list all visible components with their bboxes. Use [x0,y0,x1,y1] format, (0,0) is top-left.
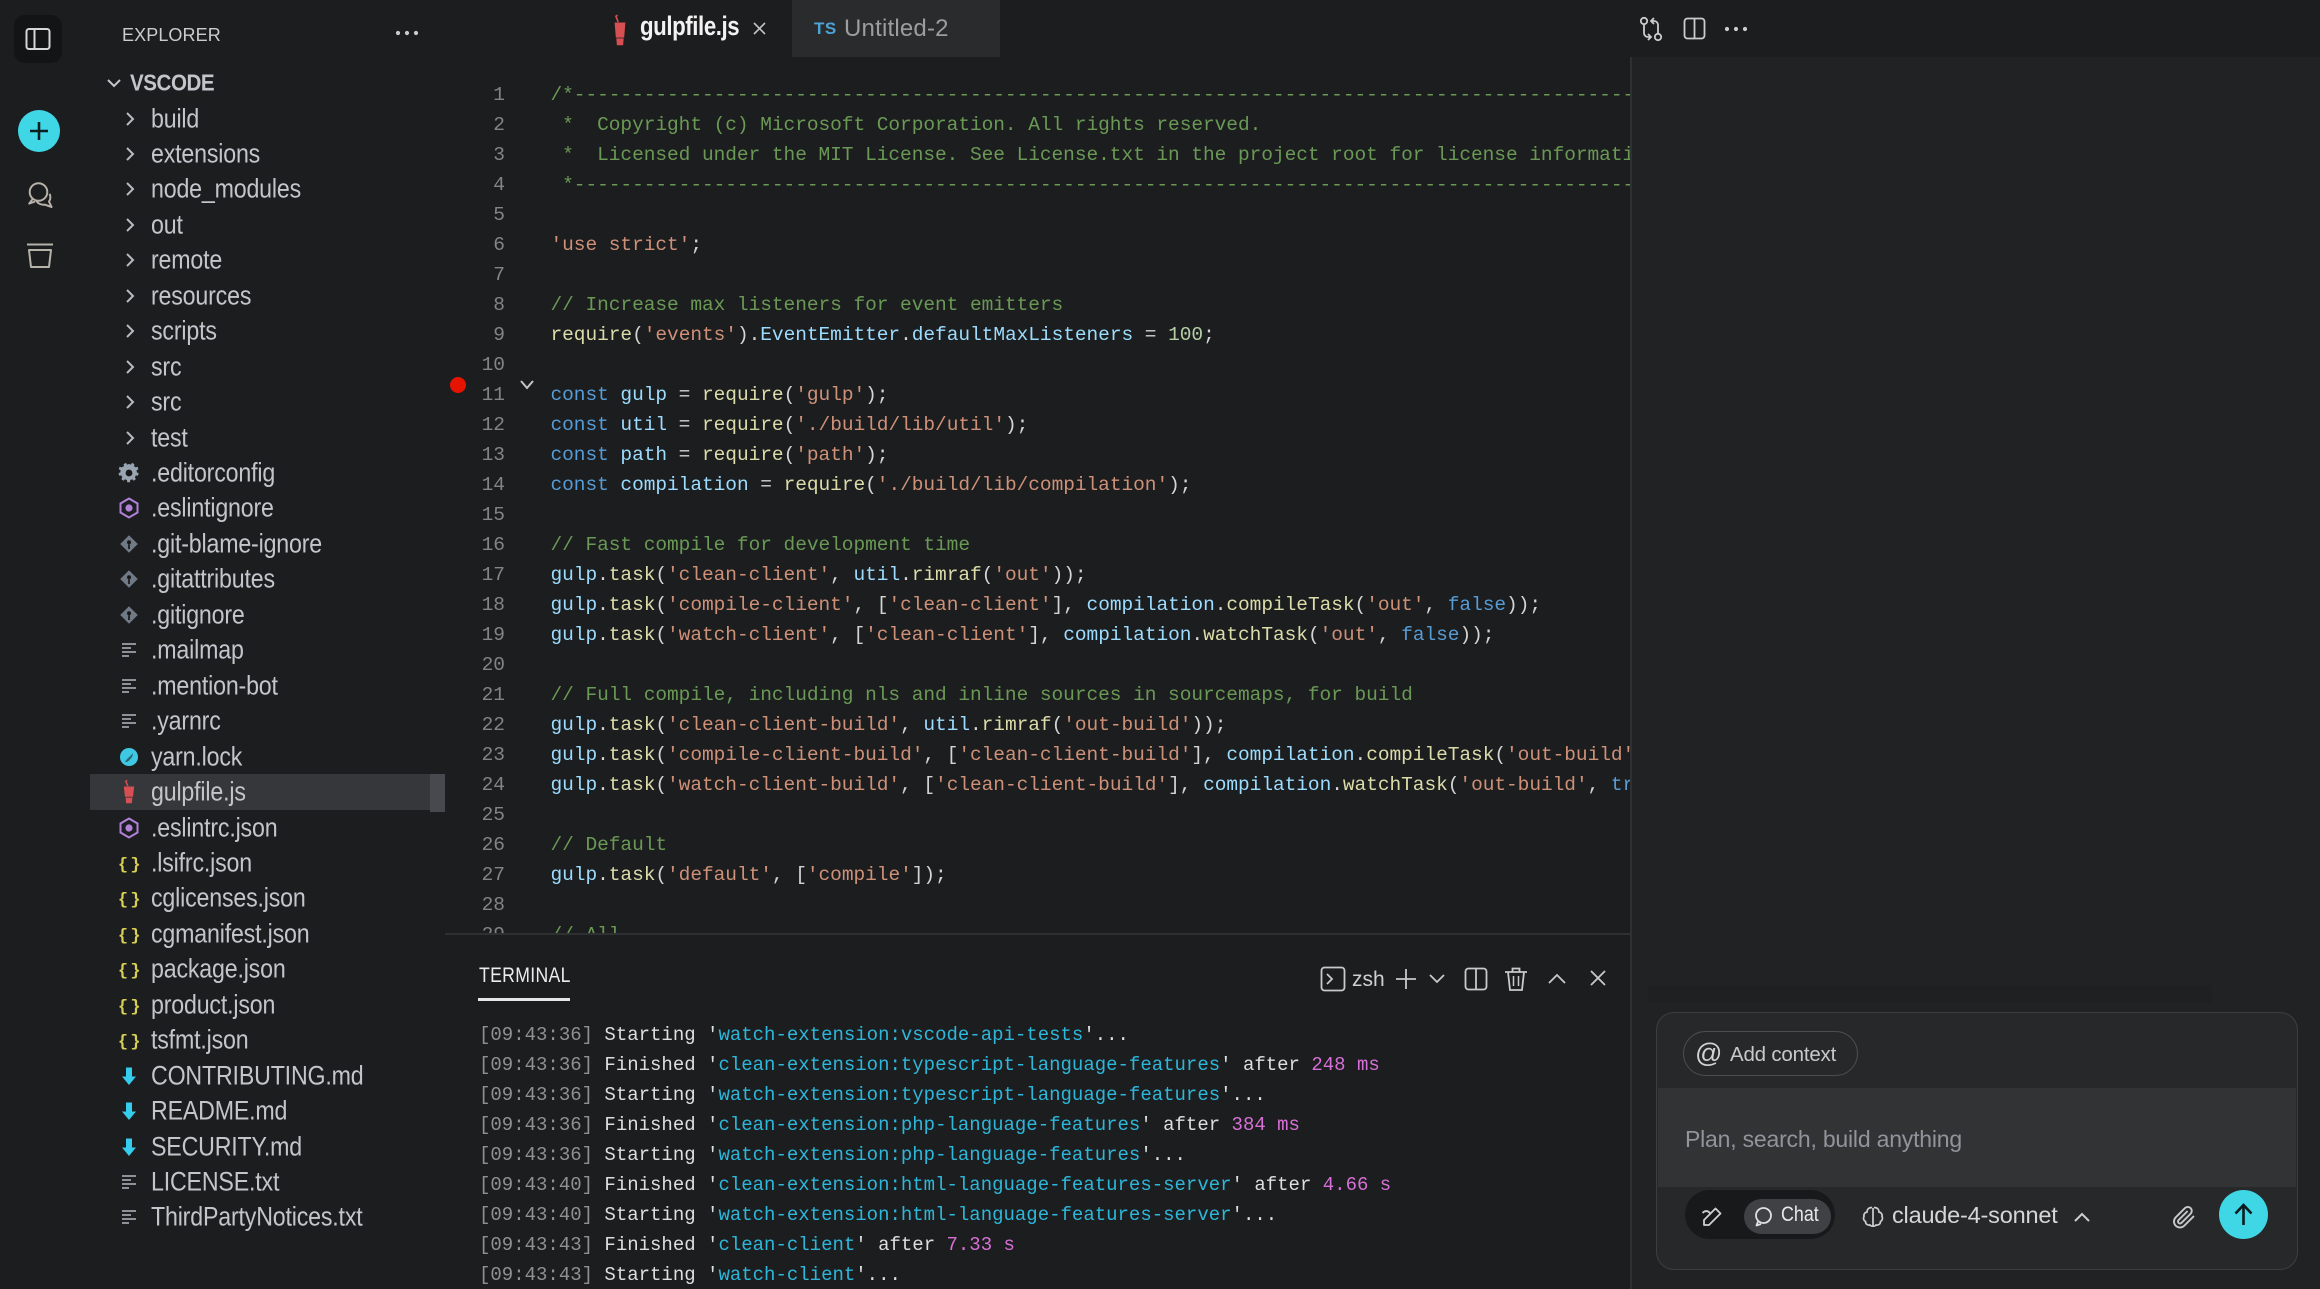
svg-text:{ }: { } [118,856,140,875]
svg-text:{ }: { } [118,998,140,1017]
svg-text:{ }: { } [118,891,140,910]
svg-text:{ }: { } [118,927,140,946]
svg-text:{ }: { } [118,962,140,981]
svg-text:{ }: { } [118,1033,140,1052]
